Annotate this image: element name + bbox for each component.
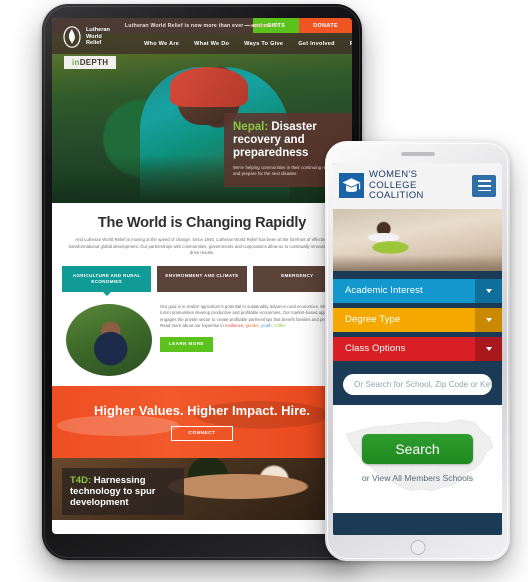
lwr-logo-line-1: Lutheran — [86, 27, 110, 34]
chevron-down-icon[interactable] — [475, 278, 502, 303]
indepth-badge-suffix: DEPTH — [79, 58, 109, 67]
topic-panel-text: Our goal is to realize agriculture's pot… — [160, 304, 342, 376]
chevron-down-icon[interactable] — [475, 307, 502, 332]
phone-home-button[interactable] — [410, 540, 425, 555]
lwr-logo-line-3: Relief — [86, 40, 102, 47]
tab-agriculture-and-rural-economies[interactable]: AGRICULTURE AND RURAL ECONOMIES — [62, 265, 152, 292]
indepth-badge-prefix: in — [72, 58, 80, 67]
hire-banner-heading: Higher Values. Higher Impact. Hire. — [93, 402, 310, 418]
link-gender[interactable]: gender — [246, 323, 259, 328]
link-coffee[interactable]: coffee — [274, 323, 286, 328]
donate-button[interactable]: DONATE — [299, 18, 352, 33]
t4d-caption-card[interactable]: T4D: Harnessing technology to spur devel… — [62, 467, 184, 515]
topic-panel: Our goal is to realize agriculture's pot… — [62, 303, 342, 386]
view-all-members-schools-link[interactable]: or View All Members Schools — [362, 473, 473, 483]
select-degree-type[interactable]: Degree Type — [333, 307, 502, 332]
tab-environment-and-climate[interactable]: ENVIRONMENT AND CLIMATE — [157, 265, 247, 292]
link-resilience[interactable]: resilience — [225, 323, 243, 328]
indepth-badge[interactable]: inDEPTH — [64, 56, 117, 69]
phone-speaker-grille — [400, 152, 435, 156]
connect-button[interactable]: CONNECT — [171, 425, 233, 441]
wcc-search-wrap: Or Search for School, Zip Code or Keywor… — [333, 370, 502, 405]
phone-device-frame: WOMEN'S COLLEGE COALITION Academic Inter… — [325, 141, 510, 561]
section-heading: The World is Changing Rapidly — [97, 215, 307, 231]
wcc-footer-spacer — [333, 512, 502, 535]
wcc-filter-group: Academic Interest Degree Type Class Opti… — [333, 271, 502, 370]
wcc-map-zone: Search or View All Members Schools — [333, 404, 502, 513]
topic-panel-photo — [66, 303, 152, 376]
tablet-device-frame: Lutheran World Relief is now more than e… — [42, 4, 362, 560]
nav-item-get-involved[interactable]: Get Involved — [298, 41, 335, 47]
lwr-logo[interactable]: Lutheran World Relief — [62, 26, 110, 48]
select-class-options[interactable]: Class Options — [333, 336, 502, 361]
device-mockup-scene: Lutheran World Relief is now more than e… — [0, 0, 528, 582]
select-degree-type-label: Degree Type — [333, 307, 475, 332]
search-input[interactable]: Or Search for School, Zip Code or Keywor… — [343, 373, 492, 395]
lwr-content-section: The World is Changing Rapidly And Luther… — [52, 203, 352, 386]
hire-banner: Higher Values. Higher Impact. Hire. CONN… — [52, 385, 352, 458]
nav-item-resources[interactable]: Resources — [350, 41, 352, 47]
learn-more-button[interactable]: LEARN MORE — [160, 337, 213, 352]
nav-item-ways-to-give[interactable]: Ways To Give — [244, 41, 283, 47]
chevron-down-icon[interactable] — [475, 336, 502, 361]
lwr-logo-text: Lutheran World Relief — [86, 27, 110, 47]
lwr-logo-line-2: World — [86, 33, 102, 40]
section-lead-paragraph: And Lutheran World Relief is moving at t… — [68, 237, 336, 256]
wcc-logo-line-1: WOMEN'S — [369, 169, 418, 180]
wcc-hero-photo — [333, 208, 502, 271]
t4d-title: T4D: Harnessing technology to spur devel… — [70, 475, 176, 508]
phone-screen: WOMEN'S COLLEGE COALITION Academic Inter… — [333, 163, 502, 535]
t4d-eyebrow: T4D: — [70, 474, 92, 486]
select-class-options-label: Class Options — [333, 336, 475, 361]
nav-item-who-we-are[interactable]: Who We Are — [144, 41, 179, 47]
search-button[interactable]: Search — [362, 434, 473, 464]
wcc-logo-text: WOMEN'S COLLEGE COALITION — [369, 169, 424, 202]
link-youth[interactable]: youth — [261, 323, 272, 328]
hero-eyebrow: Nepal: — [233, 121, 269, 133]
t4d-banner: T4D: Harnessing technology to spur devel… — [52, 457, 352, 520]
nav-item-what-we-do[interactable]: What We Do — [194, 41, 229, 47]
wcc-logo-line-3: COALITION — [369, 190, 424, 201]
topic-tab-row: AGRICULTURE AND RURAL ECONOMIES ENVIRONM… — [62, 265, 342, 292]
hamburger-menu-icon[interactable] — [472, 174, 496, 197]
wcc-header: WOMEN'S COLLEGE COALITION — [333, 163, 502, 209]
graduation-cap-icon — [339, 173, 364, 199]
select-academic-interest-label: Academic Interest — [333, 278, 475, 303]
tablet-screen: Lutheran World Relief is now more than e… — [52, 18, 352, 534]
select-academic-interest[interactable]: Academic Interest — [333, 278, 502, 303]
lwr-topbar-note-small: — and more! — [244, 22, 273, 29]
flame-logo-icon — [62, 26, 82, 48]
wcc-logo[interactable]: WOMEN'S COLLEGE COALITION — [339, 169, 424, 202]
